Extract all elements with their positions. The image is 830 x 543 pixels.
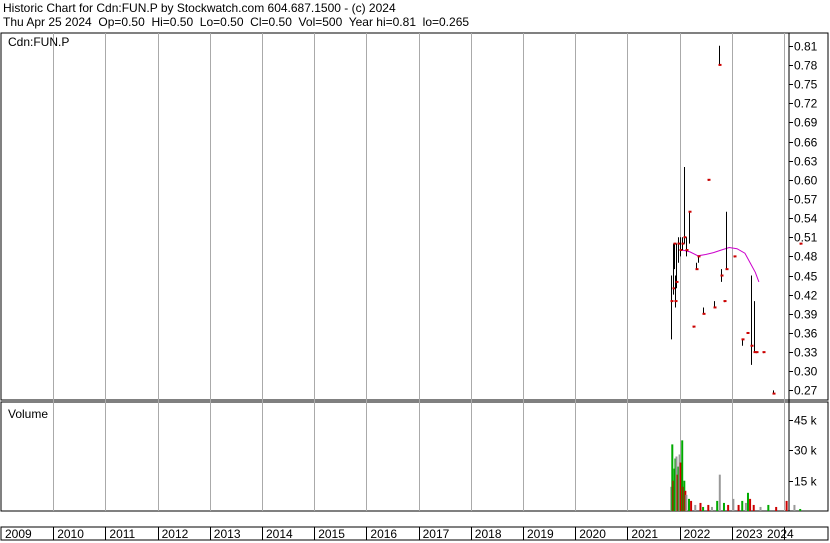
price-y-tick-label: 0.42 <box>794 289 818 303</box>
close-mark <box>720 274 724 277</box>
x-tick-label: 2016 <box>370 527 397 541</box>
volume-bar <box>744 502 747 511</box>
price-y-tick-label: 0.39 <box>794 308 818 322</box>
volume-y-tick-label: 30 k <box>794 444 818 458</box>
volume-bar <box>741 500 744 511</box>
close-mark <box>670 300 674 303</box>
price-y-tick-label: 0.81 <box>794 40 818 54</box>
close-mark <box>713 306 717 309</box>
x-tick-label: 2015 <box>318 527 345 541</box>
close-mark <box>723 300 727 303</box>
close-mark <box>675 280 679 283</box>
moving-average-line <box>682 246 760 283</box>
volume-bar <box>746 492 749 511</box>
price-y-tick-label: 0.30 <box>794 365 818 379</box>
x-tick-label: 2019 <box>527 527 554 541</box>
volume-bar <box>685 494 688 511</box>
x-tick-label: 2011 <box>109 527 135 541</box>
x-tick-label: 2010 <box>57 527 84 541</box>
close-mark <box>762 351 766 354</box>
price-y-tick-label: 0.48 <box>794 250 818 264</box>
volume-bar <box>785 500 788 511</box>
volume-y-tick-label: 15 k <box>794 475 818 489</box>
volume-bar <box>699 502 702 511</box>
x-tick-label: 2022 <box>684 527 711 541</box>
volume-panel-title: Volume <box>8 407 48 421</box>
volume-bar <box>732 498 735 511</box>
price-panel-title: Cdn:FUN.P <box>8 35 69 49</box>
volume-bar <box>793 504 796 511</box>
stock-chart: 2009 2010 2011 2012 2013 2014 2015 2016 2017 2018… <box>0 32 829 541</box>
close-mark <box>674 300 678 303</box>
price-panel-frame <box>0 32 829 401</box>
price-y-tick-label: 0.60 <box>794 174 818 188</box>
price-y-tick-label: 0.54 <box>794 212 818 226</box>
close-mark <box>725 268 729 271</box>
volume-bar <box>799 508 802 511</box>
x-tick-label: 2023 <box>736 527 763 541</box>
x-tick-label: 2012 <box>162 527 189 541</box>
close-mark <box>697 255 701 258</box>
volume-bar <box>767 504 770 511</box>
price-y-tick-label: 0.36 <box>794 327 818 341</box>
close-mark <box>772 392 776 395</box>
price-y-tick-label: 0.57 <box>794 193 818 207</box>
volume-bar <box>716 500 719 511</box>
x-tick-label: 2024 <box>767 527 794 541</box>
close-mark <box>688 210 692 213</box>
volume-bar <box>737 504 740 511</box>
volume-bar <box>752 504 755 511</box>
close-mark <box>750 344 754 347</box>
close-mark <box>755 351 759 354</box>
close-mark <box>685 249 689 252</box>
x-tick-label: 2009 <box>5 527 32 541</box>
price-y-tick-label: 0.63 <box>794 155 818 169</box>
price-y-tick-label: 0.78 <box>794 59 818 73</box>
x-tick-label: 2017 <box>423 527 450 541</box>
price-y-tick-label: 0.69 <box>794 116 818 130</box>
close-mark <box>733 255 737 258</box>
volume-bar <box>694 504 697 511</box>
x-tick-label: 2018 <box>475 527 502 541</box>
close-mark <box>746 331 750 334</box>
close-mark <box>718 63 722 66</box>
volume-bar <box>690 500 693 511</box>
volume-bar <box>687 498 690 511</box>
volume-panel-frame <box>0 401 829 512</box>
volume-bar <box>718 474 721 511</box>
volume-bar <box>710 506 713 511</box>
close-mark <box>741 338 745 341</box>
x-tick-label: 2020 <box>579 527 606 541</box>
price-y-tick-label: 0.33 <box>794 346 818 360</box>
close-mark <box>695 268 699 271</box>
volume-bar <box>749 498 752 511</box>
close-mark <box>692 325 696 328</box>
x-tick-label: 2013 <box>214 527 241 541</box>
volume-bar <box>775 506 778 511</box>
volume-bar <box>727 504 730 511</box>
price-y-tick-label: 0.51 <box>794 231 818 245</box>
x-tick-label: 2021 <box>631 527 658 541</box>
volume-bar <box>702 506 705 511</box>
volume-y-tick-label: 45 k <box>794 414 818 428</box>
close-mark <box>799 242 803 245</box>
price-y-tick-label: 0.27 <box>794 384 818 398</box>
x-tick-label: 2014 <box>266 527 293 541</box>
price-y-tick-label: 0.45 <box>794 270 818 284</box>
price-y-tick-label: 0.72 <box>794 97 818 111</box>
price-y-tick-label: 0.66 <box>794 136 818 150</box>
price-y-tick-label: 0.75 <box>794 78 818 92</box>
close-mark <box>707 178 711 181</box>
close-mark <box>702 312 706 315</box>
volume-bar <box>759 506 762 511</box>
volume-bar <box>722 502 725 511</box>
volume-bar <box>707 504 710 511</box>
